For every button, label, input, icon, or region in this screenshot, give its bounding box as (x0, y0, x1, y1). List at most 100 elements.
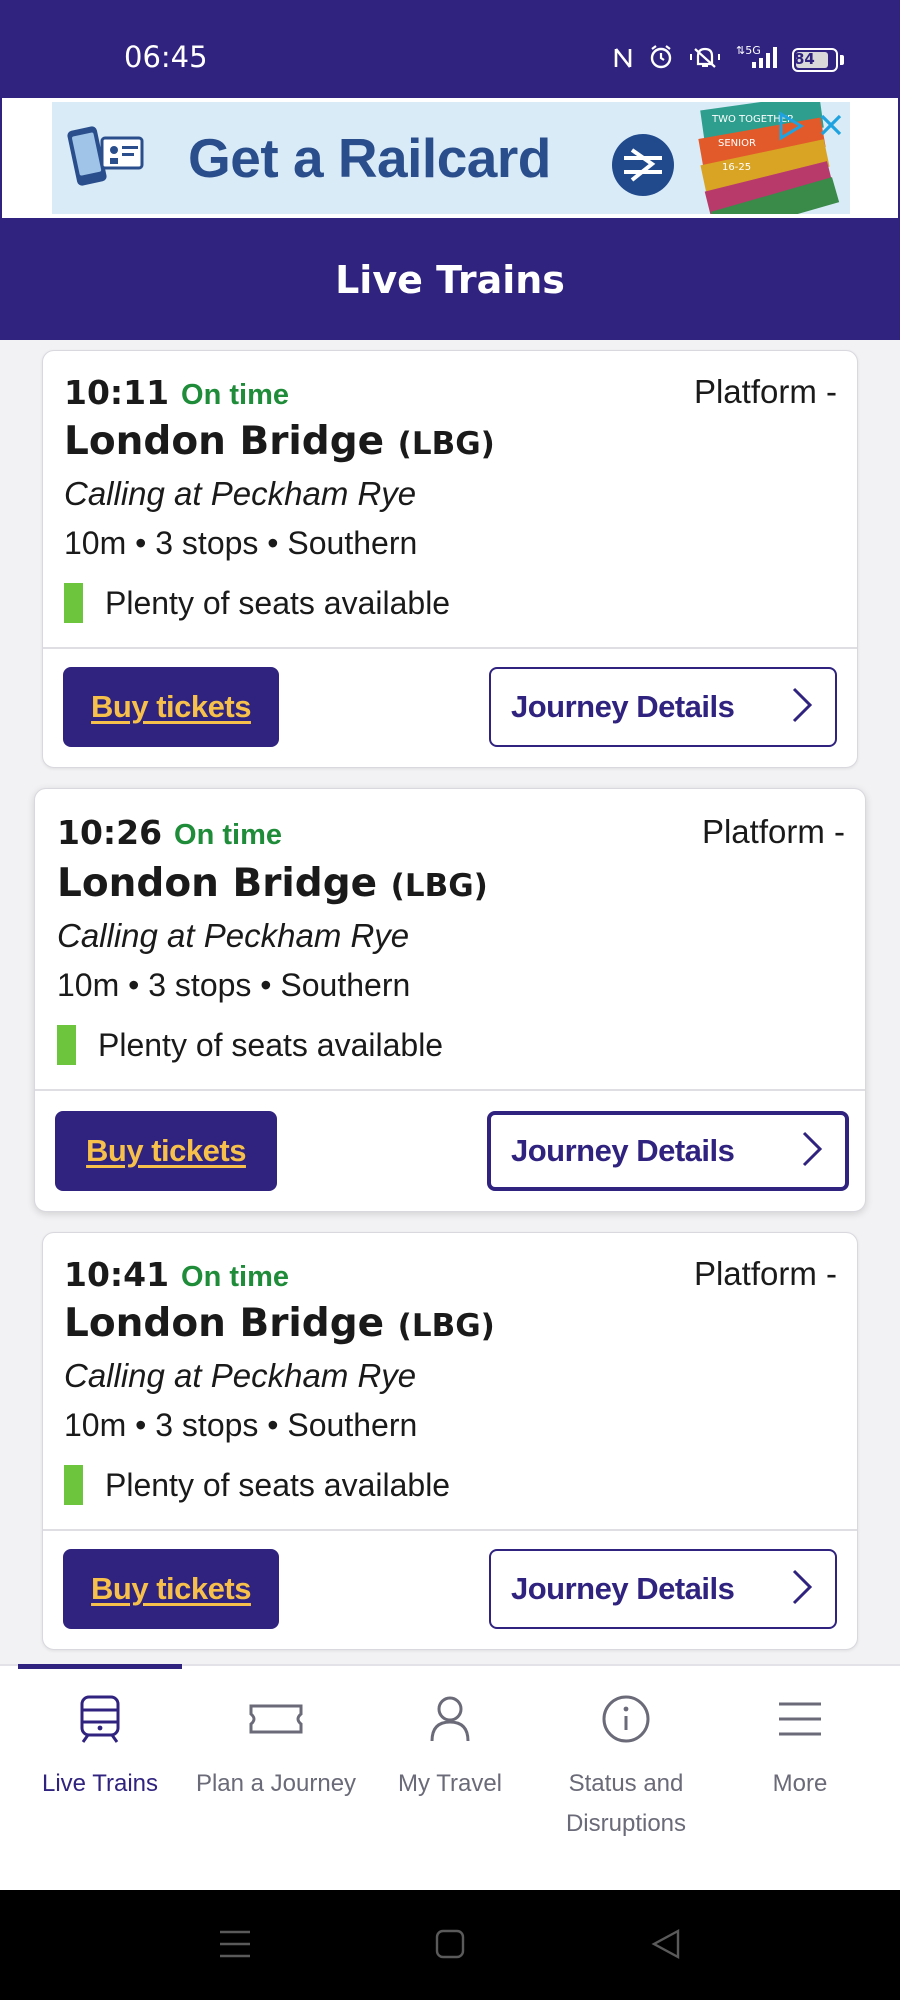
calling-at: Calling at Peckham Rye (64, 1357, 417, 1394)
info-icon (538, 1694, 714, 1744)
destination-name: London Bridge (64, 1301, 385, 1346)
train-icon (12, 1694, 188, 1744)
buy-tickets-button[interactable]: Buy tickets (63, 1549, 279, 1629)
buy-tickets-label: Buy tickets (91, 689, 251, 724)
seat-availability: Plenty of seats available (64, 583, 450, 623)
seat-availability: Plenty of seats available (57, 1025, 443, 1065)
5g-signal-icon: ⇅5G (736, 44, 778, 75)
seat-availability-text: Plenty of seats available (105, 584, 451, 621)
seat-availability-indicator (57, 1025, 76, 1065)
train-card-body[interactable]: 10:41 On time Platform - London Bridge (… (43, 1233, 857, 1529)
nav-label: My Travel (397, 1770, 502, 1797)
journey-details-label: Journey Details (511, 689, 735, 724)
nav-live-trains[interactable]: Live Trains (12, 1694, 188, 1804)
battery-icon: 84 (792, 47, 838, 72)
nav-plan-journey[interactable]: Plan a Journey (188, 1694, 364, 1804)
journey-details-button[interactable]: Journey Details (487, 1111, 849, 1191)
seat-availability-indicator (64, 583, 83, 623)
calling-at: Calling at Peckham Rye (64, 475, 417, 512)
destination-name: London Bridge (64, 419, 385, 464)
person-icon (362, 1694, 538, 1744)
divider (43, 647, 857, 649)
nav-label: More (772, 1770, 828, 1797)
journey-details-label: Journey Details (511, 1133, 735, 1168)
departure-row: 10:11 On time (64, 373, 289, 412)
national-rail-logo-icon (612, 134, 674, 196)
journey-details-label: Journey Details (511, 1571, 735, 1606)
menu-icon (712, 1694, 888, 1744)
nav-label: Plan a Journey (195, 1770, 357, 1797)
train-card: 10:26 On time Platform - London Bridge (… (34, 788, 866, 1212)
platform-label: Platform - (693, 1255, 837, 1292)
nav-my-travel[interactable]: My Travel (362, 1694, 538, 1804)
back-icon[interactable] (650, 1928, 682, 1965)
ad-content[interactable]: Get a Railcard TWO TOGETHER SENIOR 16-25 (52, 102, 850, 214)
ad-banner[interactable]: Get a Railcard TWO TOGETHER SENIOR 16-25 (2, 98, 898, 218)
seat-availability-text: Plenty of seats available (98, 1026, 444, 1063)
ad-choices-icon[interactable] (774, 110, 806, 142)
nav-more[interactable]: More (712, 1694, 888, 1804)
svg-text:⇅5G: ⇅5G (736, 44, 761, 57)
seat-availability-indicator (64, 1465, 83, 1505)
train-card: 10:41 On time Platform - London Bridge (… (42, 1232, 858, 1650)
ad-card-line: SENIOR (718, 138, 756, 149)
nfc-icon (612, 46, 634, 74)
buy-tickets-button[interactable]: Buy tickets (63, 667, 279, 747)
buy-tickets-button[interactable]: Buy tickets (55, 1111, 277, 1191)
chevron-right-icon (801, 1130, 823, 1173)
active-tab-indicator (18, 1664, 182, 1669)
divider (43, 1529, 857, 1531)
destination: London Bridge (LBG) (64, 1301, 495, 1346)
status-badge: On time (174, 819, 283, 851)
ad-close-icon[interactable] (814, 108, 848, 142)
ad-headline: Get a Railcard (188, 127, 551, 189)
journey-details-button[interactable]: Journey Details (489, 667, 837, 747)
train-card-body[interactable]: 10:26 On time Platform - London Bridge (… (35, 789, 865, 1089)
destination: London Bridge (LBG) (64, 419, 495, 464)
ticket-icon (188, 1694, 364, 1744)
train-card-body[interactable]: 10:11 On time Platform - London Bridge (… (43, 351, 857, 647)
departure-time: 10:41 (64, 1255, 170, 1294)
vibrate-icon (688, 45, 722, 74)
nav-status-disruptions[interactable]: Status and Disruptions (538, 1694, 714, 1844)
divider (35, 1089, 865, 1091)
status-badge: On time (181, 379, 290, 411)
alarm-icon (648, 44, 674, 75)
home-icon[interactable] (434, 1928, 466, 1965)
railcard-phone-icon (66, 122, 146, 194)
destination-code: (LBG) (390, 868, 488, 904)
ad-container: Get a Railcard TWO TOGETHER SENIOR 16-25 (0, 96, 900, 220)
system-nav-bar (0, 1890, 900, 2000)
journey-meta: 10m • 3 stops • Southern (57, 967, 411, 1003)
status-bar: 06:45 ⇅5G 84 (0, 0, 900, 96)
bottom-nav: Live Trains Plan a Journey My Travel Sta… (0, 1664, 900, 1890)
platform-label: Platform - (693, 373, 837, 410)
calling-at: Calling at Peckham Rye (57, 917, 410, 954)
journey-details-button[interactable]: Journey Details (489, 1549, 837, 1629)
train-card: 10:11 On time Platform - London Bridge (… (42, 350, 858, 768)
ad-card-line: 16-25 (722, 162, 751, 173)
battery-tip (840, 54, 844, 65)
app-header: Live Trains (0, 220, 900, 340)
buy-tickets-label: Buy tickets (91, 1571, 251, 1606)
departure-row: 10:41 On time (64, 1255, 289, 1294)
departure-time: 10:11 (64, 373, 170, 412)
destination-code: (LBG) (397, 1308, 495, 1344)
recent-apps-icon[interactable] (218, 1928, 252, 1965)
departure-time: 10:26 (57, 813, 163, 852)
seat-availability-text: Plenty of seats available (105, 1466, 451, 1503)
departure-row: 10:26 On time (57, 813, 282, 852)
destination: London Bridge (LBG) (57, 861, 488, 906)
seat-availability: Plenty of seats available (64, 1465, 450, 1505)
platform-label: Platform - (701, 813, 845, 850)
nav-label: Status and Disruptions (565, 1770, 687, 1837)
status-icons: ⇅5G 84 (612, 44, 844, 75)
battery-level: 84 (794, 49, 815, 68)
journey-meta: 10m • 3 stops • Southern (64, 1407, 418, 1443)
page-title: Live Trains (335, 258, 565, 302)
chevron-right-icon (791, 1568, 813, 1611)
nav-label: Live Trains (41, 1770, 159, 1797)
buy-tickets-label: Buy tickets (86, 1133, 246, 1168)
journey-meta: 10m • 3 stops • Southern (64, 525, 418, 561)
status-badge: On time (181, 1261, 290, 1293)
